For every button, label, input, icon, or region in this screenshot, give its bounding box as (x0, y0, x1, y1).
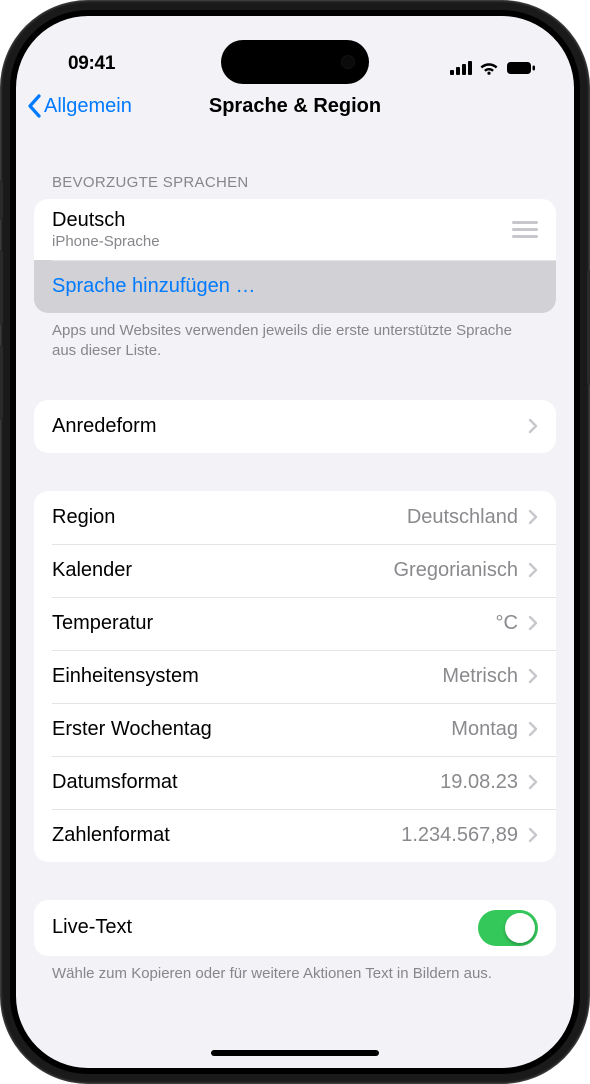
wifi-icon (479, 61, 499, 75)
chevron-right-icon (528, 562, 538, 578)
volume-down-button (0, 345, 3, 420)
back-label: Allgemein (44, 95, 132, 118)
ringer-switch (0, 180, 3, 220)
cellular-icon (450, 61, 472, 75)
cell-value: 19.08.23 (440, 771, 518, 794)
status-icons (450, 61, 536, 75)
language-row[interactable]: Deutsch iPhone-Sprache (34, 199, 556, 260)
preferred-languages-group: Deutsch iPhone-Sprache Sprache hinzufüge… (34, 199, 556, 313)
cell-label: Temperatur (52, 612, 496, 635)
cell-value: °C (496, 612, 518, 635)
calendar-row[interactable]: Kalender Gregorianisch (34, 544, 556, 597)
back-button[interactable]: Allgemein (26, 94, 132, 118)
chevron-right-icon (528, 721, 538, 737)
nav-bar: Allgemein Sprache & Region (16, 78, 574, 134)
screen: 09:41 (16, 16, 574, 1068)
live-text-group: Live-Text (34, 900, 556, 956)
dynamic-island (221, 40, 369, 84)
add-language-label: Sprache hinzufügen … (52, 275, 538, 298)
section-header-languages: BEVORZUGTE SPRACHEN (34, 134, 556, 199)
cell-value: 1.234.567,89 (401, 824, 518, 847)
add-language-button[interactable]: Sprache hinzufügen … (34, 260, 556, 313)
regional-settings-group: Region Deutschland Kalender Gregorianisc… (34, 491, 556, 862)
address-form-label: Anredeform (52, 415, 528, 438)
device-frame: 09:41 (0, 0, 590, 1084)
toggle-knob (505, 913, 535, 943)
cell-label: Region (52, 506, 407, 529)
live-text-row: Live-Text (34, 900, 556, 956)
cell-label: Kalender (52, 559, 393, 582)
cell-label: Erster Wochentag (52, 718, 451, 741)
chevron-left-icon (26, 94, 42, 118)
cell-value: Montag (451, 718, 518, 741)
first-weekday-row[interactable]: Erster Wochentag Montag (34, 703, 556, 756)
section-footer-languages: Apps und Websites verwenden jeweils die … (34, 313, 556, 362)
battery-icon (506, 61, 536, 75)
language-sublabel: iPhone-Sprache (52, 233, 504, 250)
cell-value: Deutschland (407, 506, 518, 529)
number-format-row[interactable]: Zahlenformat 1.234.567,89 (34, 809, 556, 862)
cell-label: Einheitensystem (52, 665, 442, 688)
live-text-label: Live-Text (52, 916, 478, 939)
cell-label: Zahlenformat (52, 824, 401, 847)
chevron-right-icon (528, 668, 538, 684)
chevron-right-icon (528, 827, 538, 843)
section-footer-live-text: Wähle zum Kopieren oder für weitere Akti… (34, 956, 556, 984)
language-name: Deutsch (52, 209, 504, 232)
chevron-right-icon (528, 509, 538, 525)
status-time: 09:41 (68, 53, 115, 75)
region-row[interactable]: Region Deutschland (34, 491, 556, 544)
address-form-row[interactable]: Anredeform (34, 400, 556, 453)
page-title: Sprache & Region (209, 95, 381, 118)
volume-up-button (0, 250, 3, 325)
cell-label: Datumsformat (52, 771, 440, 794)
cell-value: Gregorianisch (393, 559, 518, 582)
chevron-right-icon (528, 615, 538, 631)
camera-dot (341, 55, 355, 69)
home-indicator[interactable] (211, 1050, 379, 1056)
chevron-right-icon (528, 418, 538, 434)
reorder-handle-icon[interactable] (512, 221, 538, 238)
cell-value: Metrisch (442, 665, 518, 688)
temperature-row[interactable]: Temperatur °C (34, 597, 556, 650)
live-text-toggle[interactable] (478, 910, 538, 946)
date-format-row[interactable]: Datumsformat 19.08.23 (34, 756, 556, 809)
measurement-row[interactable]: Einheitensystem Metrisch (34, 650, 556, 703)
address-form-group: Anredeform (34, 400, 556, 453)
chevron-right-icon (528, 774, 538, 790)
